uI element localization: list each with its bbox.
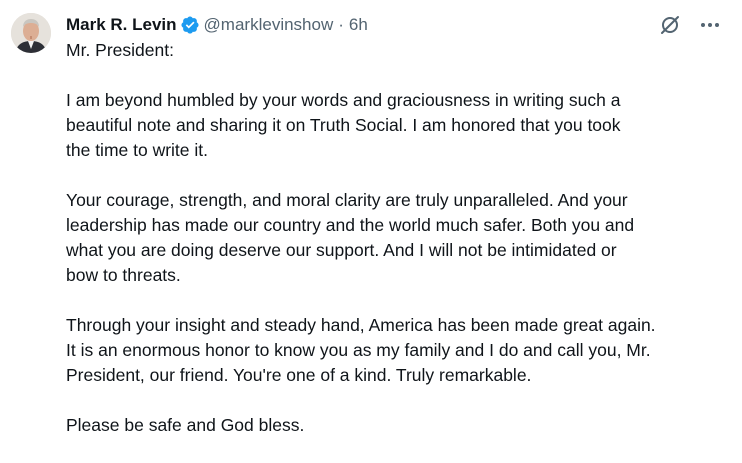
text-line: Through your insight and steady hand, Am… [66,315,656,335]
salutation-paragraph: Mr. President: [66,38,726,63]
text-line: It is an enormous honor to know you as m… [66,340,651,360]
text-line: what you are doing deserve our support. … [66,240,617,260]
text-line: beautiful note and sharing it on Truth S… [66,115,621,135]
text-line: Mr. President: [66,40,174,60]
text-line: Please be safe and God bless. [66,415,305,435]
text-line: leadership has made our country and the … [66,215,635,235]
separator-dot: · [338,15,344,34]
author-handle[interactable]: @marklevinshow [204,13,334,37]
text-line: bow to threats. [66,265,181,285]
profile-photo-icon [11,13,51,53]
more-icon[interactable] [698,13,722,37]
grok-icon[interactable] [658,13,682,37]
timestamp[interactable]: 6h [349,13,368,37]
text-line: I am beyond humbled by your words and gr… [66,90,621,110]
tweet-header: Mark R. Levin @marklevinshow · 6h [66,13,368,37]
author-name[interactable]: Mark R. Levin [66,13,177,37]
tweet: Mark R. Levin @marklevinshow · 6h Mr. Pr… [0,0,742,445]
paragraph-1: I am beyond humbled by your words and gr… [66,88,726,163]
paragraph-3: Through your insight and steady hand, Am… [66,313,726,388]
text-line: President, our friend. You're one of a k… [66,365,532,385]
closing-paragraph: Please be safe and God bless. [66,413,726,438]
verified-badge-icon[interactable] [180,15,200,35]
tweet-text: Mr. President: I am beyond humbled by yo… [66,38,726,463]
avatar[interactable] [11,13,51,53]
text-line: the time to write it. [66,140,208,160]
paragraph-2: Your courage, strength, and moral clarit… [66,188,726,288]
text-line: Your courage, strength, and moral clarit… [66,190,628,210]
tweet-actions [658,13,722,37]
